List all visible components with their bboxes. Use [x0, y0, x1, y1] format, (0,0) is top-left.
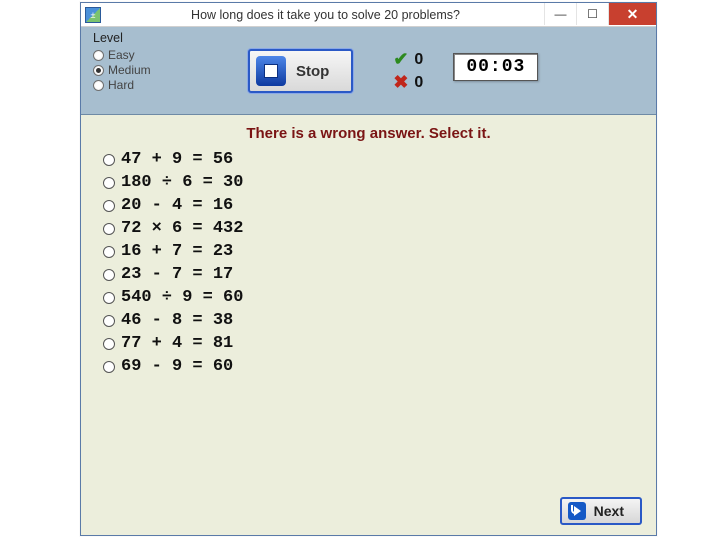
- problem-text: 47 + 9 = 56: [121, 150, 233, 169]
- next-label: Next: [594, 503, 624, 519]
- score-block: ✔ 0 ✖ 0: [393, 47, 423, 95]
- close-button[interactable]: ✕: [608, 3, 656, 25]
- problems-list: 47 + 9 = 56 180 ÷ 6 = 30 20 - 4 = 16 72 …: [81, 150, 656, 376]
- problem-option[interactable]: 47 + 9 = 56: [103, 150, 656, 169]
- problem-option[interactable]: 72 × 6 = 432: [103, 219, 656, 238]
- problem-text: 69 - 9 = 60: [121, 357, 233, 376]
- problem-option[interactable]: 180 ÷ 6 = 30: [103, 173, 656, 192]
- radio-icon: [93, 65, 104, 76]
- instruction-text: There is a wrong answer. Select it.: [81, 125, 656, 142]
- radio-icon: [93, 80, 104, 91]
- level-option-hard[interactable]: Hard: [93, 78, 223, 92]
- radio-icon: [103, 361, 115, 373]
- timer-display: 00:03: [453, 53, 538, 81]
- score-correct: ✔ 0: [393, 49, 423, 70]
- problem-text: 20 - 4 = 16: [121, 196, 233, 215]
- stop-label: Stop: [296, 63, 329, 80]
- maximize-button[interactable]: ☐: [576, 3, 608, 25]
- score-wrong-value: 0: [414, 74, 423, 92]
- level-label: Easy: [108, 48, 135, 62]
- stop-button-wrap: Stop: [248, 49, 353, 93]
- stop-icon: [256, 56, 286, 86]
- x-icon: ✖: [393, 72, 408, 93]
- window-title: How long does it take you to solve 20 pr…: [107, 8, 544, 22]
- level-option-easy[interactable]: Easy: [93, 48, 223, 62]
- level-label: Medium: [108, 63, 151, 77]
- problem-option[interactable]: 20 - 4 = 16: [103, 196, 656, 215]
- radio-icon: [103, 315, 115, 327]
- level-label: Hard: [108, 78, 134, 92]
- radio-icon: [103, 154, 115, 166]
- problem-text: 72 × 6 = 432: [121, 219, 243, 238]
- level-option-medium[interactable]: Medium: [93, 63, 223, 77]
- problem-text: 180 ÷ 6 = 30: [121, 173, 243, 192]
- problem-option[interactable]: 16 + 7 = 23: [103, 242, 656, 261]
- level-legend: Level: [93, 31, 223, 45]
- radio-icon: [103, 223, 115, 235]
- score-wrong: ✖ 0: [393, 72, 423, 93]
- level-group: Level Easy Medium Hard: [93, 31, 223, 93]
- app-window: ± How long does it take you to solve 20 …: [80, 2, 657, 536]
- next-button[interactable]: Next: [560, 497, 642, 525]
- problem-text: 16 + 7 = 23: [121, 242, 233, 261]
- radio-icon: [103, 292, 115, 304]
- problem-option[interactable]: 77 + 4 = 81: [103, 334, 656, 353]
- radio-icon: [103, 338, 115, 350]
- app-icon: ±: [85, 7, 101, 23]
- stop-button[interactable]: Stop: [248, 49, 353, 93]
- titlebar: ± How long does it take you to solve 20 …: [81, 3, 656, 27]
- problem-text: 46 - 8 = 38: [121, 311, 233, 330]
- minimize-button[interactable]: —: [544, 3, 576, 25]
- problem-text: 23 - 7 = 17: [121, 265, 233, 284]
- radio-icon: [103, 246, 115, 258]
- radio-icon: [103, 177, 115, 189]
- problem-text: 77 + 4 = 81: [121, 334, 233, 353]
- radio-icon: [103, 269, 115, 281]
- timer-value: 00:03: [466, 57, 525, 77]
- problem-option[interactable]: 540 ÷ 9 = 60: [103, 288, 656, 307]
- top-panel: Level Easy Medium Hard Stop: [81, 27, 656, 115]
- score-correct-value: 0: [414, 51, 423, 69]
- problem-option[interactable]: 46 - 8 = 38: [103, 311, 656, 330]
- problem-option[interactable]: 23 - 7 = 17: [103, 265, 656, 284]
- radio-icon: [103, 200, 115, 212]
- radio-icon: [93, 50, 104, 61]
- problem-text: 540 ÷ 9 = 60: [121, 288, 243, 307]
- check-icon: ✔: [393, 49, 408, 70]
- next-icon: [568, 502, 586, 520]
- problem-option[interactable]: 69 - 9 = 60: [103, 357, 656, 376]
- window-controls: — ☐ ✕: [544, 3, 656, 26]
